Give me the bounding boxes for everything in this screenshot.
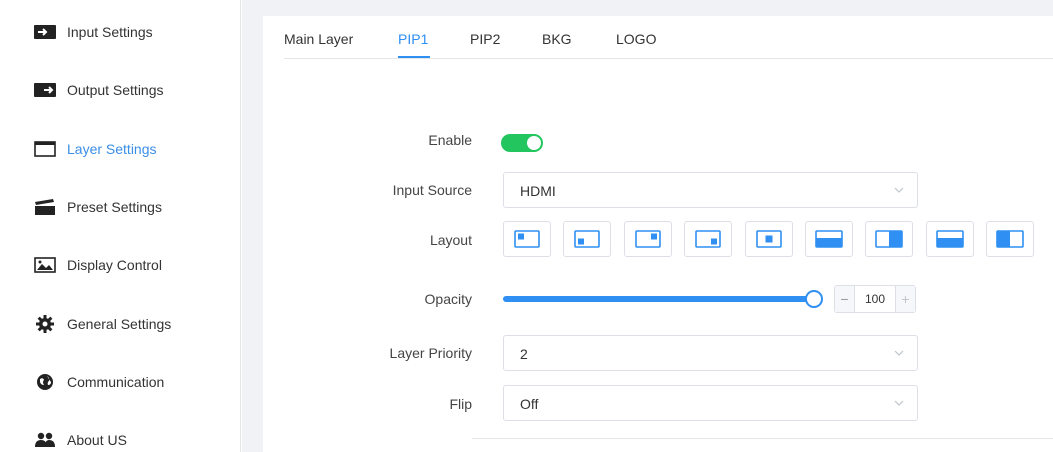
layer-tabs: Main Layer PIP1 PIP2 BKG LOGO [284, 16, 1053, 59]
layout-top-left-icon [514, 230, 540, 248]
toggle-knob [527, 136, 541, 150]
output-icon [34, 81, 56, 99]
image-icon [34, 256, 56, 274]
input-source-select[interactable]: HDMI [503, 172, 918, 208]
input-source-value: HDMI [520, 183, 556, 199]
layout-bottom-left-icon [574, 230, 600, 248]
layout-left-half-button[interactable] [986, 221, 1034, 257]
input-source-label: Input Source [392, 182, 472, 198]
sidebar-item-preset-settings[interactable]: Preset Settings [34, 192, 162, 222]
sidebar-item-about-us[interactable]: About US [34, 425, 127, 452]
input-icon [34, 23, 56, 41]
sidebar-item-label: Display Control [67, 257, 162, 273]
layout-bottom-half-alt-button[interactable] [926, 221, 974, 257]
layout-center-icon [756, 230, 782, 248]
sidebar-item-display-control[interactable]: Display Control [34, 250, 162, 280]
sidebar-item-general-settings[interactable]: General Settings [34, 309, 171, 339]
chevron-down-icon [894, 350, 904, 356]
layout-center-button[interactable] [745, 221, 793, 257]
tab-pip2[interactable]: PIP2 [470, 31, 500, 47]
clapperboard-icon [34, 198, 56, 216]
layout-bottom-left-button[interactable] [563, 221, 611, 257]
content-frame-top [242, 0, 1053, 16]
tab-main-layer[interactable]: Main Layer [284, 31, 353, 47]
layer-priority-value: 2 [520, 346, 528, 362]
layout-right-half-button[interactable] [865, 221, 913, 257]
chevron-down-icon [894, 187, 904, 193]
layout-top-right-button[interactable] [624, 221, 672, 257]
layout-bottom-half-button[interactable] [805, 221, 853, 257]
opacity-label: Opacity [424, 291, 472, 307]
users-icon [34, 431, 56, 449]
tab-logo[interactable]: LOGO [616, 31, 656, 47]
window-icon [34, 140, 56, 158]
layout-top-left-button[interactable] [503, 221, 551, 257]
opacity-stepper: − 100 + [834, 285, 916, 313]
enable-toggle[interactable] [501, 134, 543, 152]
enable-label: Enable [428, 132, 472, 148]
flip-select[interactable]: Off [503, 385, 918, 421]
flip-label: Flip [449, 396, 472, 412]
gear-icon [34, 315, 56, 333]
sidebar-item-label: Communication [67, 374, 165, 390]
tab-pip1[interactable]: PIP1 [398, 31, 428, 47]
divider [472, 438, 1053, 439]
opacity-slider-handle[interactable] [805, 290, 823, 308]
sidebar-item-input-settings[interactable]: Input Settings [34, 17, 153, 47]
flip-value: Off [520, 396, 539, 412]
increase-button[interactable]: + [895, 286, 915, 312]
sidebar: Input Settings Output Settings Layer Set… [0, 0, 241, 452]
layout-bottom-right-button[interactable] [684, 221, 732, 257]
opacity-slider-track[interactable] [503, 296, 813, 302]
globe-icon [34, 373, 56, 391]
sidebar-item-label: Preset Settings [67, 199, 162, 215]
sidebar-item-layer-settings[interactable]: Layer Settings [34, 134, 157, 164]
layout-label: Layout [429, 232, 472, 248]
active-tab-indicator [398, 56, 430, 58]
opacity-value[interactable]: 100 [855, 286, 895, 312]
content-frame-left [242, 16, 263, 452]
sidebar-item-label: Output Settings [67, 82, 164, 98]
sidebar-item-label: Layer Settings [67, 141, 157, 157]
layout-bottom-half-icon [815, 230, 843, 248]
layout-right-half-icon [875, 230, 903, 248]
layout-bottom-right-icon [695, 230, 721, 248]
layout-top-right-icon [635, 230, 661, 248]
sidebar-item-label: General Settings [67, 316, 172, 332]
sidebar-item-label: Input Settings [67, 24, 153, 40]
layer-priority-select[interactable]: 2 [503, 335, 918, 371]
chevron-down-icon [894, 400, 904, 406]
decrease-button[interactable]: − [835, 286, 855, 312]
layout-left-half-icon [996, 230, 1024, 248]
layout-bottom-half-alt-icon [936, 230, 964, 248]
sidebar-item-communication[interactable]: Communication [34, 367, 164, 397]
sidebar-item-output-settings[interactable]: Output Settings [34, 75, 164, 105]
sidebar-item-label: About US [67, 432, 127, 448]
tab-bkg[interactable]: BKG [542, 31, 572, 47]
layer-priority-label: Layer Priority [389, 345, 472, 361]
